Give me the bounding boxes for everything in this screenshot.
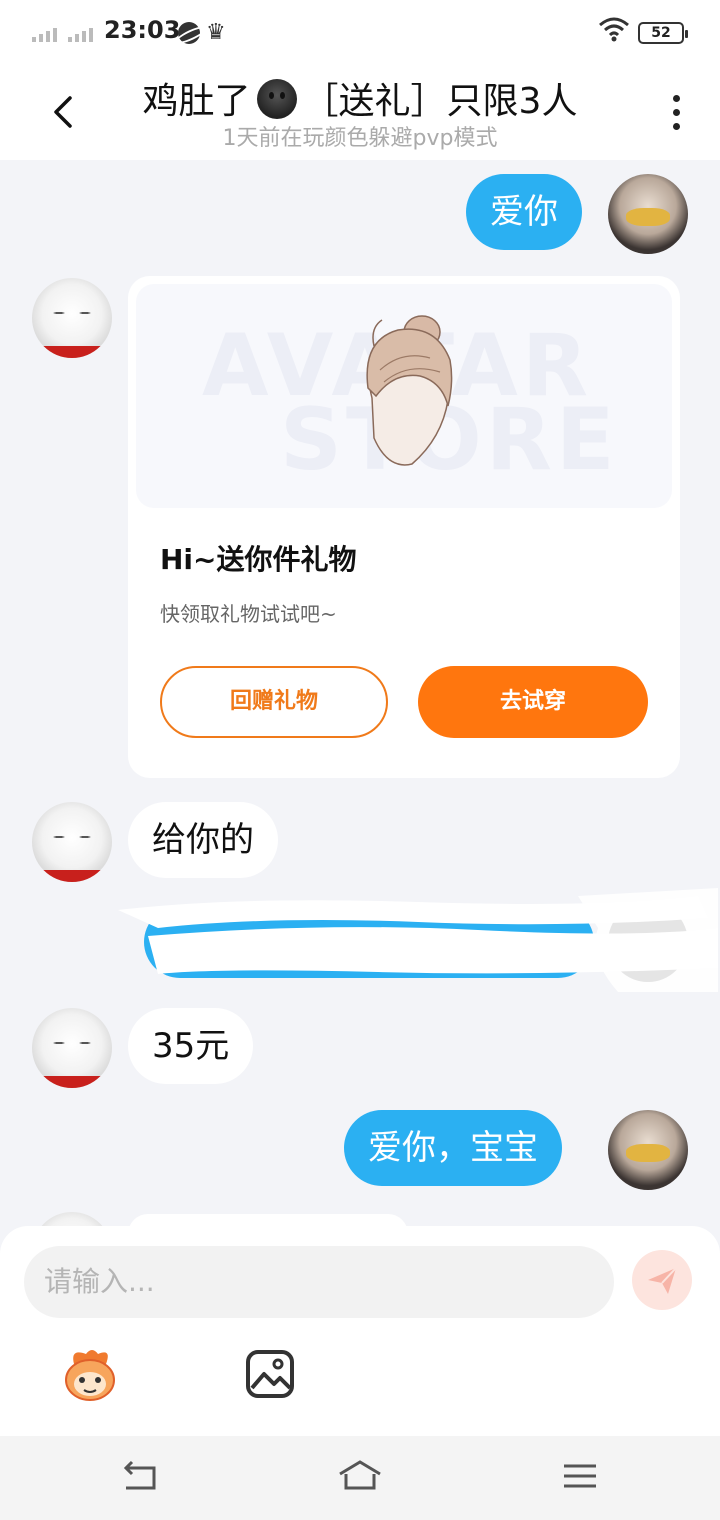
signal-icon <box>32 22 57 42</box>
wifi-icon <box>599 17 629 42</box>
gift-subtitle: 快领取礼物试试吧~ <box>160 602 337 626</box>
try-on-button[interactable]: 去试穿 <box>418 666 648 738</box>
status-bar: 23:03 ♛ 52 <box>0 0 720 64</box>
crown-icon: ♛ <box>206 20 226 45</box>
chat-header: 鸡肚了 ［送礼］只限3人 1天前在玩颜色躲避pvp模式 <box>0 64 720 160</box>
chat-title: 鸡肚了 ［送礼］只限3人 <box>0 72 720 124</box>
gift-preview-image: AVATAR STORE <box>136 284 672 508</box>
message-bubble-out: 爱你，宝宝 <box>344 1110 562 1186</box>
return-gift-button[interactable]: 回赠礼物 <box>160 666 388 738</box>
nav-menu-icon[interactable] <box>556 1456 604 1496</box>
message-bubble-in: 35元 <box>128 1008 254 1084</box>
contact-avatar[interactable] <box>32 1008 112 1088</box>
battery-icon: 52 <box>638 22 688 44</box>
send-icon[interactable] <box>632 1250 692 1310</box>
more-icon[interactable] <box>664 92 688 132</box>
gift-title: Hi~送你件礼物 <box>160 543 357 576</box>
emoji-icon <box>256 79 297 119</box>
gift-card: AVATAR STORE Hi~送你件礼物 快领取礼物试试吧~ 回赠礼物 去试穿 <box>128 276 680 778</box>
system-nav-bar <box>0 1436 720 1520</box>
composer: 请输入... <box>0 1226 720 1436</box>
nav-back-icon[interactable] <box>116 1456 164 1496</box>
nav-home-icon[interactable] <box>336 1456 384 1496</box>
sticker-icon[interactable] <box>60 1344 120 1404</box>
contact-avatar[interactable] <box>32 278 112 358</box>
image-icon[interactable] <box>244 1348 296 1400</box>
signal-icon <box>68 22 93 42</box>
contact-avatar[interactable] <box>32 802 112 882</box>
message-input[interactable]: 请输入... <box>24 1246 614 1318</box>
my-avatar[interactable] <box>608 1110 688 1190</box>
my-avatar[interactable] <box>608 174 688 254</box>
redacted-message <box>118 888 718 992</box>
hairstyle-icon <box>366 315 453 466</box>
planet-icon <box>178 22 200 44</box>
title-suffix: ［送礼］只限3人 <box>302 81 578 122</box>
title-prefix: 鸡肚了 <box>142 81 251 122</box>
message-bubble-in: 给你的 <box>128 802 278 878</box>
chat-subtitle: 1天前在玩颜色躲避pvp模式 <box>222 126 498 151</box>
status-time: 23:03 <box>104 16 181 44</box>
message-bubble-out: 爱你 <box>466 174 582 250</box>
